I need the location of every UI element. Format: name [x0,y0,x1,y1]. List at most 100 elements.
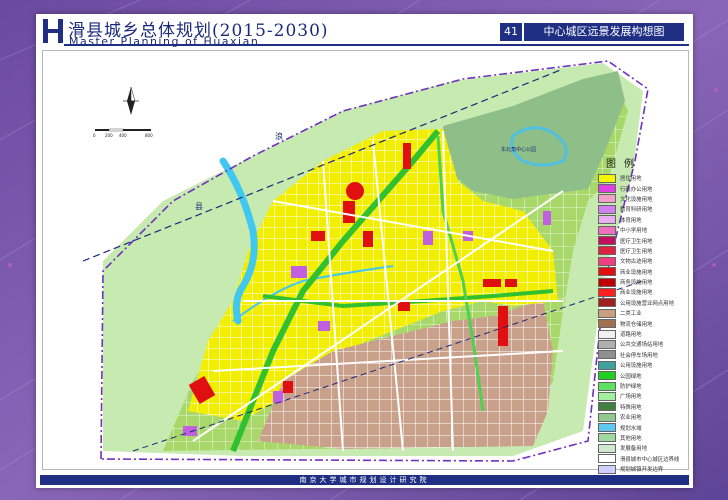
legend-list: 居住用地 行政办公用地文化设施用地 教育科研用地 体育用地中小学用地医疗卫生用地 医疗卫… [598,173,684,485]
legend-label: 二类工业 [620,311,642,318]
legend-item: 商业设施用地 [598,287,684,297]
page-number-badge: 41 [500,23,522,41]
legend-label: 广场用地 [620,394,642,401]
legend-label: 中小学用地 [620,228,647,235]
legend-swatch [598,236,616,246]
legend-label: 商务设施用地 [620,280,653,287]
legend-swatch [598,339,616,349]
legend-label: 医疗卫生用地 [620,238,653,245]
legend-label: 文化设施用地 [620,196,653,203]
legend-swatch [598,215,616,225]
legend-label: 居住用地 [620,176,642,183]
legend-item: 广场用地 [598,391,684,401]
legend-label: 规划水域 [620,425,642,432]
legend-item: 滑县城市中心城区边界线 [598,454,684,464]
legend-item: 公共交通场站用地 [598,339,684,349]
scale-label-400: 400 [119,133,127,138]
map-sheet: 滑县城乡总体规划(2015-2030) Master Planning of H… [36,14,693,488]
legend-swatch [598,256,616,266]
legend-item: 居住用地 [598,173,684,183]
legend-item: 公用设施用地 [598,360,684,370]
legend-label: 教育科研用地 [620,207,653,214]
legend-item: 特殊用地 [598,402,684,412]
institute-logo-icon [43,19,63,43]
legend-swatch [598,173,616,183]
legend-label: 道路用地 [620,332,642,339]
header: 滑县城乡总体规划(2015-2030) Master Planning of H… [36,14,693,48]
legend-swatch [598,194,616,204]
legend-title: 图例 [606,159,642,170]
legend-item: 防护绿地 [598,381,684,391]
legend-label: 公园绿地 [620,373,642,380]
legend-swatch [598,319,616,329]
institute-name: 南京大学城市规划设计研究院 [299,476,430,484]
legend-item: 中小学用地 [598,225,684,235]
legend-item: 公园绿地 [598,370,684,381]
footer: 南京大学城市规划设计研究院 [36,472,693,486]
legend-item: 公用设施营业网点用地 [598,298,684,308]
legend-item: 商业设施用地 [598,267,684,277]
legend-swatch [598,329,616,339]
legend-item: 文物古迹用地 [598,256,684,266]
legend-item: 商务设施用地 [598,277,684,287]
legend-item: 二类工业 [598,308,684,318]
legend-swatch [598,433,616,443]
legend-swatch [598,443,616,453]
legend-swatch [598,277,616,287]
scale-label-800: 800 [145,133,153,138]
land-use-map: 东北角中心公园 浪 县 0 200 400 800 [82,60,649,462]
legend-label: 防护绿地 [620,384,642,390]
legend-swatch [598,402,616,412]
legend-item: 农业用地 [598,412,684,422]
legend-item: 社会停车场用地 [598,350,684,360]
map-frame: 东北角中心公园 浪 县 0 200 400 800 图例 居住用地 行政办公用地文… [42,50,689,485]
legend-swatch [598,360,616,370]
legend-label: 商业设施用地 [620,290,653,297]
legend-label: 物流仓储用地 [620,321,653,328]
legend-panel: 图例 居住用地 行政办公用地文化设施用地 教育科研用地 体育用地中小学用地医疗卫生用地… [598,155,684,485]
legend-swatch [598,287,616,297]
legend-item: 行政办公用地 [598,183,684,194]
scale-label-200: 200 [105,133,113,138]
legend-item: 医疗卫生用地 [598,235,684,246]
legend-swatch [598,246,616,256]
legend-item: 发展备用地 [598,443,684,453]
legend-swatch [598,391,616,401]
legend-swatch [598,267,616,277]
legend-swatch [598,381,616,391]
legend-item: 物流仓储用地 [598,318,684,329]
page-subtitle: Master Planning of Huaxian [69,35,260,48]
legend-swatch [598,371,616,381]
legend-swatch [598,412,616,422]
legend-swatch [598,204,616,214]
legend-item: 文化设施用地 [598,194,684,204]
legend-item: 规划水域 [598,422,684,433]
legend-item: 其他用地 [598,433,684,443]
legend-item: 体育用地 [598,215,684,225]
west-label-a: 浪 [275,131,283,141]
legend-label: 公共交通场站用地 [620,342,664,349]
scale-label-0: 0 [93,133,96,138]
north-arrow-icon [123,86,139,115]
legend-item: 道路用地 [598,329,684,339]
legend-swatch [598,423,616,433]
legend-item: 医疗卫生用地 [598,246,684,256]
legend-label: 商业设施用地 [620,269,653,276]
legend-label: 公用设施营业网点用地 [620,300,674,307]
legend-label: 其他用地 [620,435,642,442]
legend-label: 公用设施用地 [620,363,653,370]
map-title-badge: 中心城区远景发展构想图 [524,23,684,41]
legend-label: 体育用地 [620,217,642,224]
west-label-b: 县 [195,202,203,211]
legend-label: 滑县城市中心城区边界线 [620,456,680,463]
legend-swatch [598,350,616,360]
legend-label: 发展备用地 [620,446,647,453]
legend-item: 教育科研用地 [598,204,684,214]
legend-swatch [598,298,616,308]
header-rule [64,44,689,46]
legend-label: 社会停车场用地 [620,352,658,359]
lake-label: 东北角中心公园 [501,146,536,153]
legend-swatch [598,184,616,194]
legend-swatch [598,308,616,318]
legend-label: 医疗卫生用地 [620,248,653,255]
